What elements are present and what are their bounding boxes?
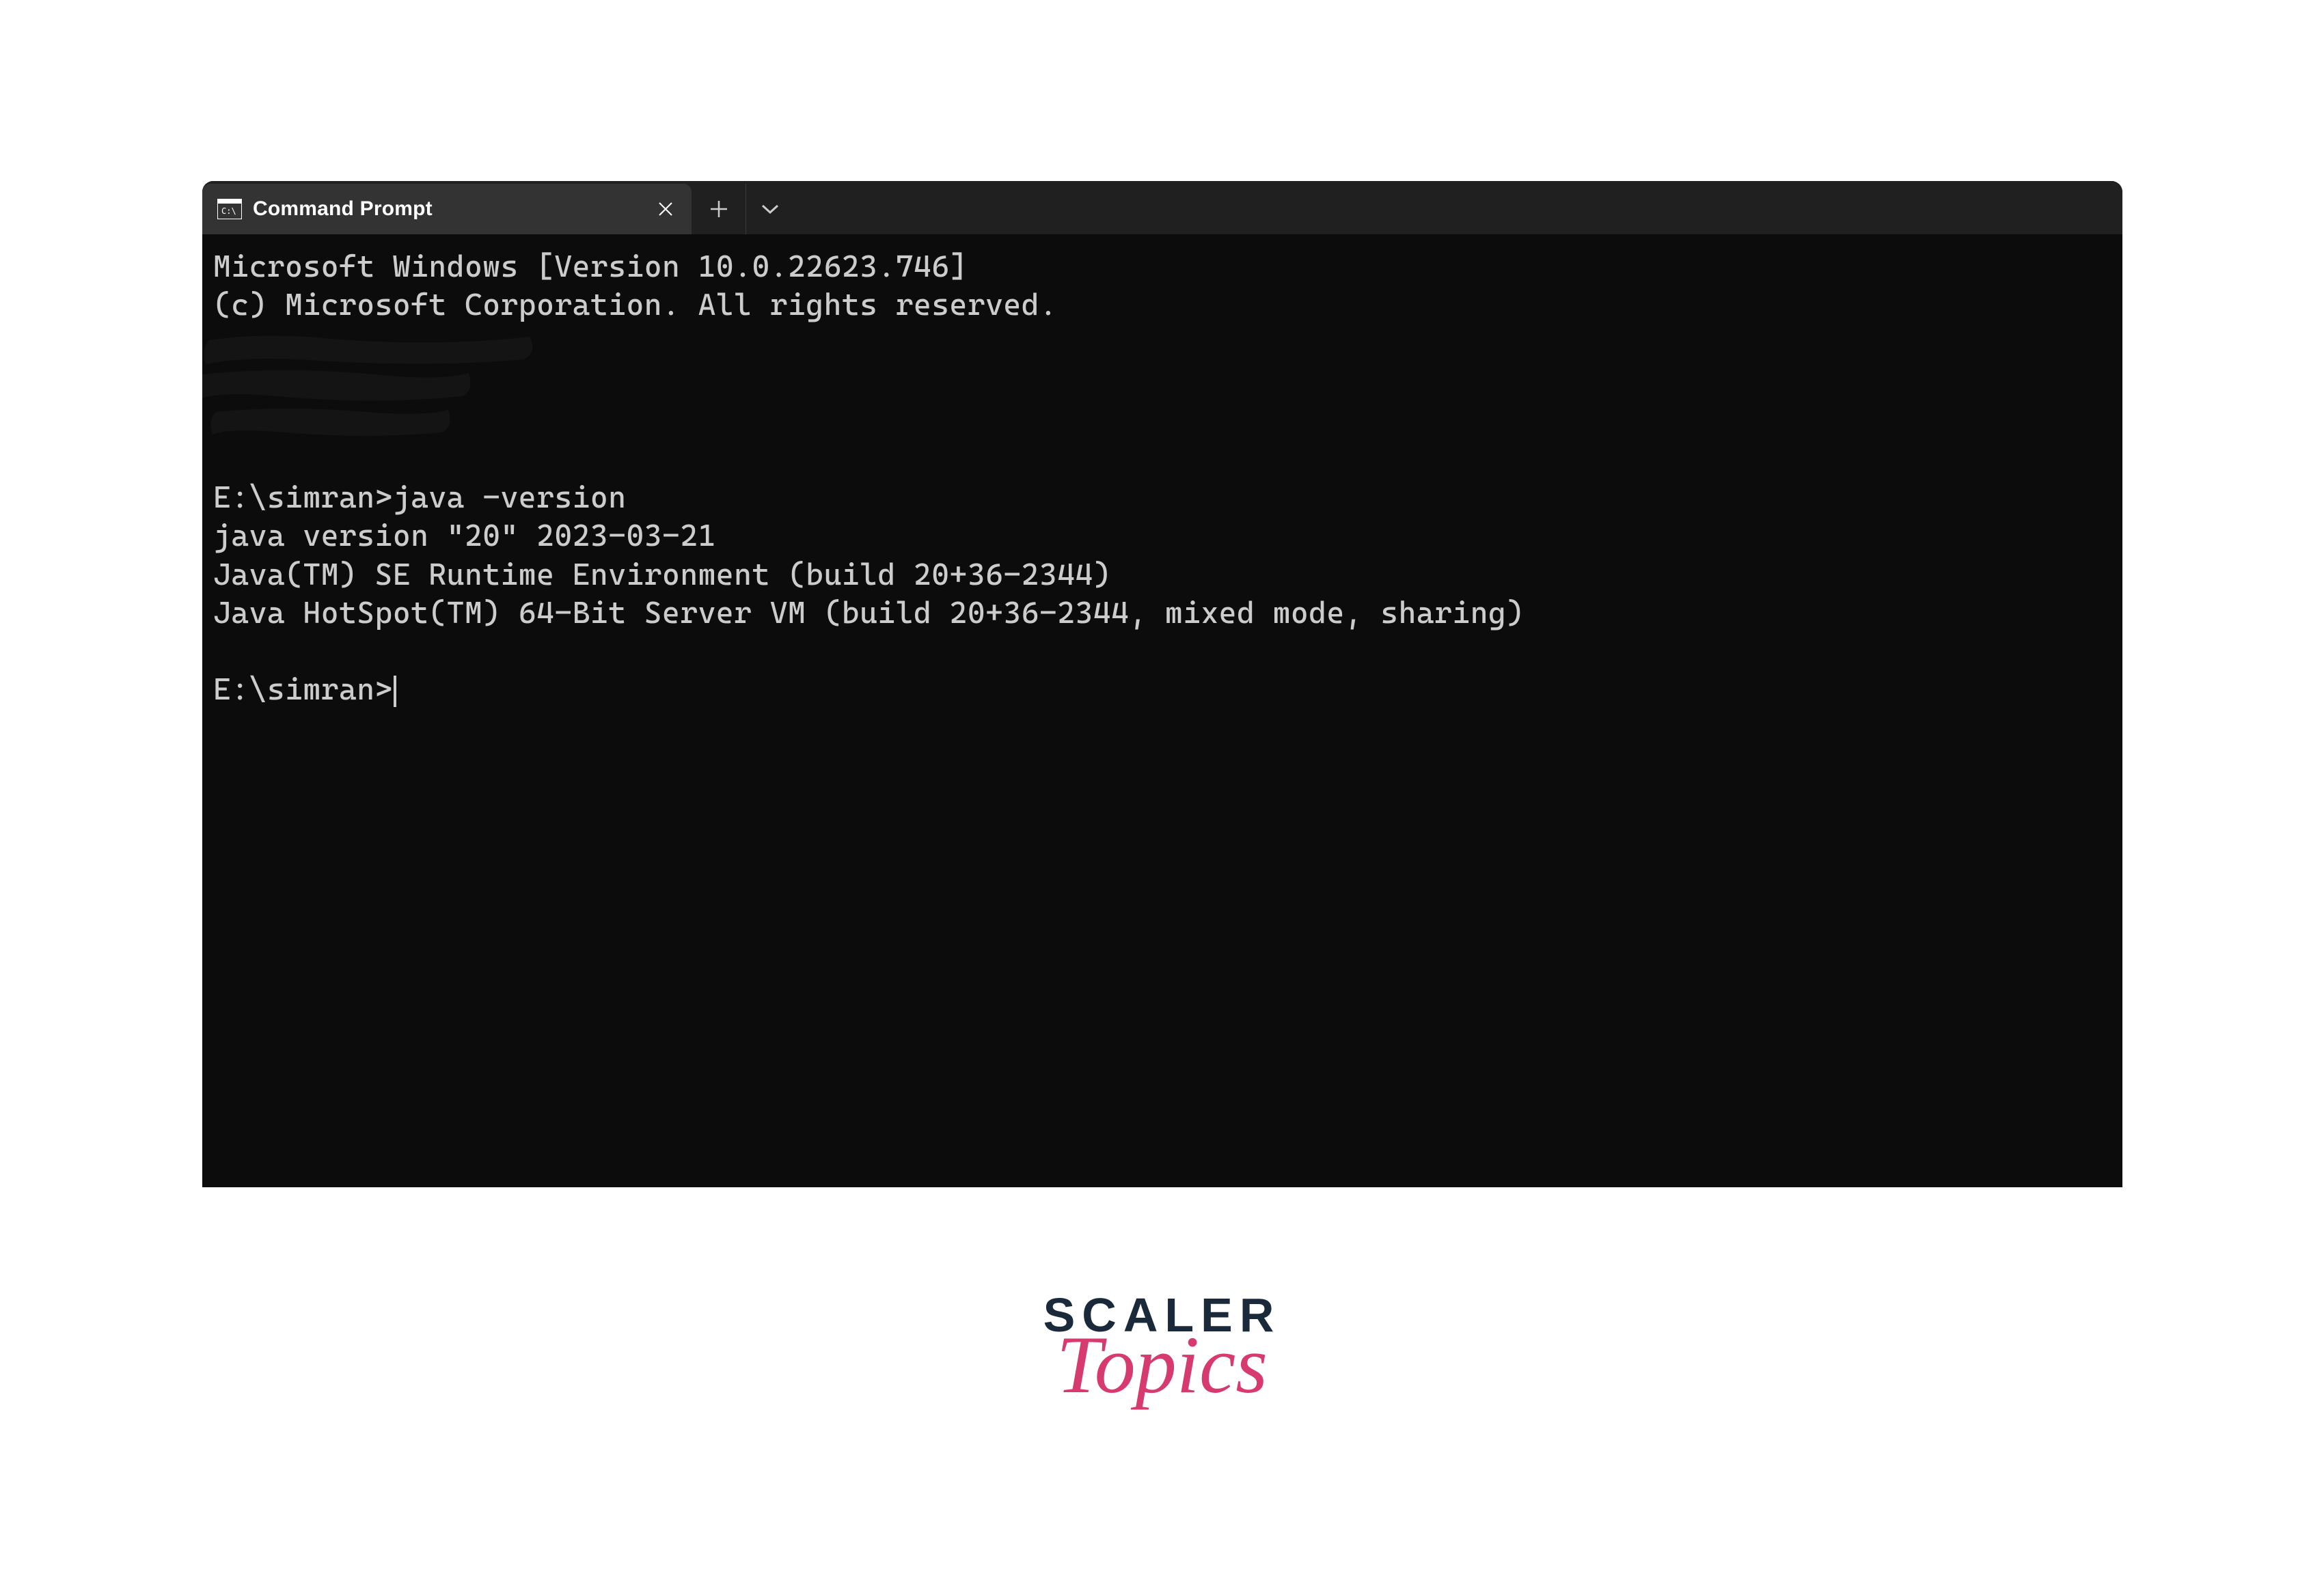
terminal-line: Java HotSpot(TM) 64-Bit Server VM (build… (213, 594, 2111, 633)
cursor (394, 676, 396, 707)
terminal-line: java version "20" 2023-03-21 (213, 517, 2111, 555)
svg-text:C:\: C:\ (221, 206, 236, 216)
cmd-icon: C:\ (217, 199, 242, 219)
terminal-line: E:\simran>java -version (213, 479, 2111, 517)
close-icon[interactable] (650, 194, 681, 225)
terminal-line: Java(TM) SE Runtime Environment (build 2… (213, 556, 2111, 594)
terminal-line: Microsoft Windows [Version 10.0.22623.74… (213, 248, 2111, 286)
tab-command-prompt[interactable]: C:\ Command Prompt (202, 184, 692, 234)
watermark: SCALER Topics (1043, 1291, 1281, 1398)
title-bar: C:\ Command Prompt (202, 181, 2122, 234)
redaction-mark (202, 320, 558, 463)
tab-title: Command Prompt (253, 197, 639, 221)
terminal-line (213, 633, 2111, 671)
tab-dropdown-button[interactable] (746, 184, 794, 234)
watermark-sub: Topics (1043, 1332, 1281, 1398)
new-tab-button[interactable] (692, 184, 746, 234)
prompt-text: E:\simran> (213, 672, 393, 707)
terminal-line-prompt: E:\simran> (213, 671, 2111, 709)
terminal-body[interactable]: Microsoft Windows [Version 10.0.22623.74… (202, 234, 2122, 723)
terminal-window: C:\ Command Prompt Microsoft Wind (202, 181, 2122, 1187)
